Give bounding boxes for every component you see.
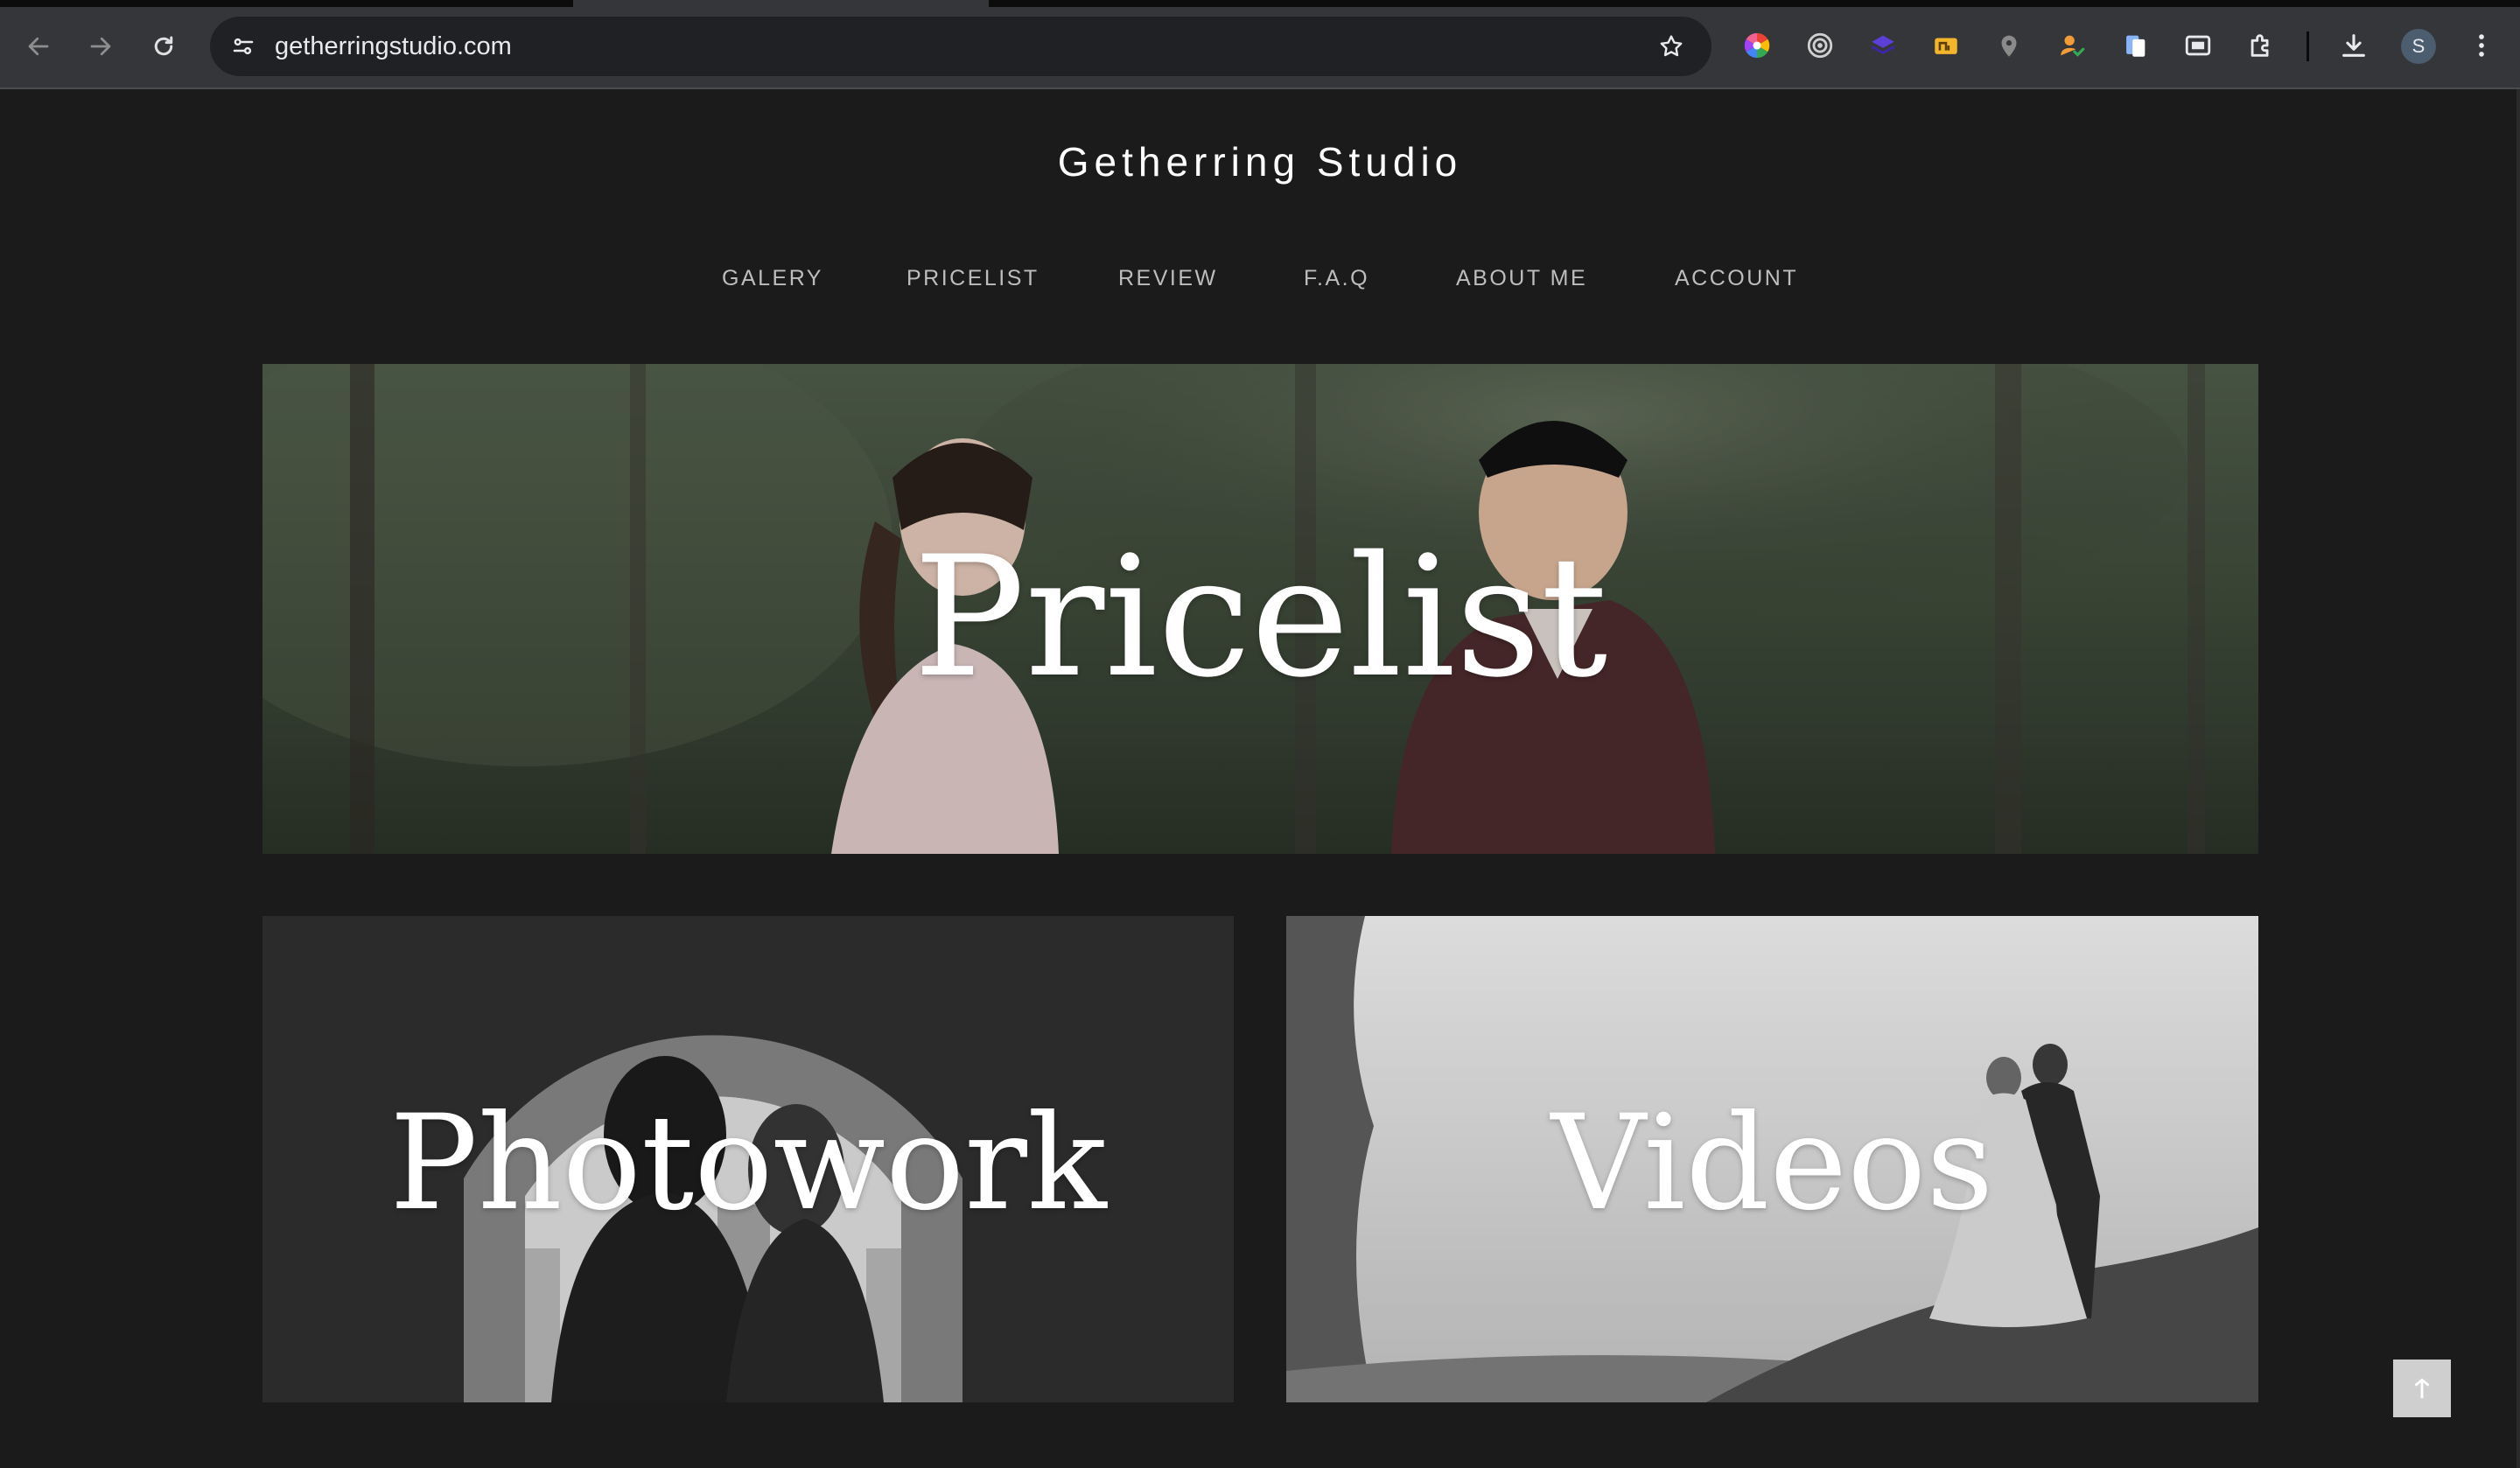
more-vertical-icon <box>2479 34 2484 57</box>
profile-avatar[interactable]: S <box>2401 29 2436 64</box>
nav-galery[interactable]: GALERY <box>722 266 823 291</box>
site-info-button[interactable] <box>222 25 264 67</box>
browser-toolbar: getherringstudio.com S <box>0 0 2520 89</box>
color-wheel-icon <box>1744 32 1770 59</box>
extension-person-check[interactable] <box>2053 26 2091 65</box>
puzzle-icon <box>2250 34 2269 57</box>
star-icon <box>1660 35 1683 57</box>
videos-title: Videos <box>1550 1087 1994 1240</box>
extension-files[interactable] <box>2116 26 2154 65</box>
arrow-up-icon <box>2414 1378 2430 1399</box>
extensions-button[interactable] <box>2242 26 2280 65</box>
nav-faq[interactable]: F.A.Q <box>1304 266 1369 291</box>
extension-map-pin[interactable] <box>1990 26 2028 65</box>
extension-window[interactable] <box>2179 26 2217 65</box>
tab-strip <box>989 0 2520 7</box>
nav-account[interactable]: ACCOUNT <box>1675 266 1798 291</box>
address-bar[interactable]: getherringstudio.com <box>210 17 1712 76</box>
main-navigation: GALERY PRICELIST REVIEW F.A.Q ABOUT ME A… <box>0 266 2520 301</box>
back-button[interactable] <box>15 23 62 70</box>
blue-files-icon <box>2126 35 2146 57</box>
yellow-box-icon <box>1935 38 1957 54</box>
nav-review[interactable]: REVIEW <box>1118 266 1218 291</box>
photowork-tile[interactable]: Photowork <box>262 916 1234 1402</box>
extension-target[interactable] <box>1801 26 1839 65</box>
extension-yellow[interactable] <box>1927 26 1965 65</box>
extension-color-wheel[interactable] <box>1738 26 1776 65</box>
download-icon <box>2342 34 2365 57</box>
tab-strip <box>0 0 573 7</box>
nav-pricelist[interactable]: PRICELIST <box>906 266 1040 291</box>
forward-button[interactable] <box>77 23 124 70</box>
pricelist-banner[interactable]: Pricelist <box>262 364 2258 854</box>
person-check-icon <box>2061 35 2085 57</box>
nav-about-me[interactable]: ABOUT ME <box>1456 266 1587 291</box>
map-pin-icon <box>2001 35 2017 57</box>
downloads-button[interactable] <box>2334 26 2373 65</box>
videos-tile[interactable]: Videos <box>1286 916 2258 1402</box>
tune-icon <box>233 38 254 55</box>
scroll-to-top-button[interactable] <box>2393 1360 2451 1417</box>
bookmark-button[interactable] <box>1652 27 1690 66</box>
arrow-right-icon <box>90 37 111 56</box>
photowork-title: Photowork <box>389 1087 1107 1240</box>
target-icon <box>1807 32 1833 59</box>
toolbar-divider <box>2306 31 2309 61</box>
pricelist-title: Pricelist <box>913 521 1608 714</box>
reload-button[interactable] <box>140 23 187 70</box>
url-text[interactable]: getherringstudio.com <box>275 17 512 76</box>
site-title[interactable]: Getherring Studio <box>0 138 2520 185</box>
page-content: Getherring Studio GALERY PRICELIST REVIE… <box>0 89 2520 1468</box>
layers-icon <box>1871 35 1895 55</box>
browser-menu-button[interactable] <box>2462 26 2501 65</box>
reload-icon <box>154 36 173 56</box>
extension-layers[interactable] <box>1864 26 1902 65</box>
arrow-left-icon <box>28 37 49 56</box>
window-icon <box>2185 35 2211 56</box>
